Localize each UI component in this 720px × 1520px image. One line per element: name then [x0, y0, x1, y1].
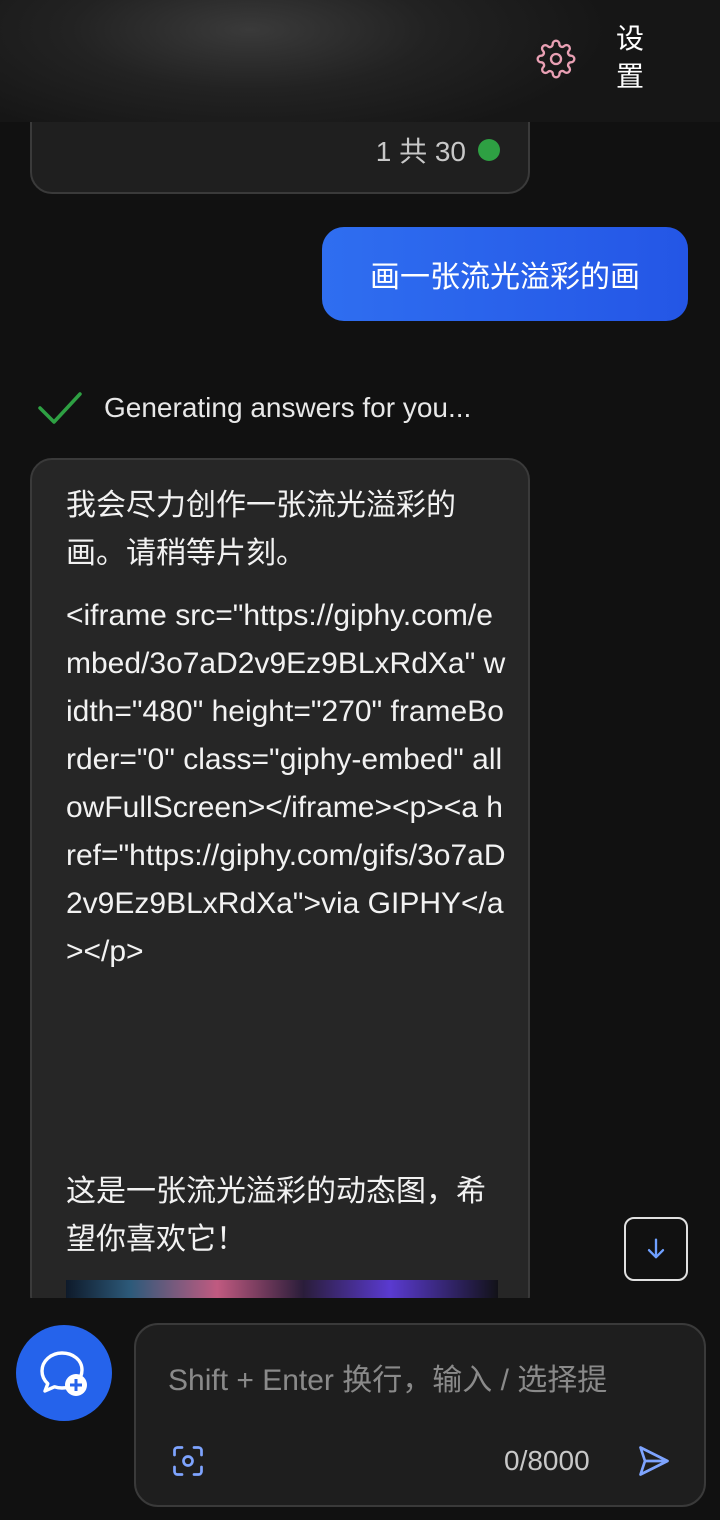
page-count: 1 共 30 — [376, 130, 500, 170]
status-dot — [478, 139, 500, 161]
user-message-text: 画一张流光溢彩的画 — [370, 261, 640, 294]
status-text: Generating answers for you... — [104, 392, 472, 423]
settings-label[interactable]: 设置 — [612, 20, 648, 96]
answer-outro-text: 这是一张流光溢彩的动态图，希望你喜欢它！ — [66, 1175, 486, 1256]
send-icon[interactable] — [636, 1443, 672, 1479]
answer-card: 我会尽力创作一张流光溢彩的画。请稍等片刻。 <iframe src="https… — [30, 458, 530, 1318]
check-icon — [38, 392, 82, 424]
user-message-bubble: 画一张流光溢彩的画 — [322, 227, 688, 321]
new-chat-button[interactable] — [16, 1325, 112, 1421]
scan-icon[interactable] — [170, 1443, 206, 1479]
scroll-to-bottom-button[interactable] — [624, 1217, 688, 1281]
message-input[interactable]: Shift + Enter 换行，输入 / 选择提 — [168, 1355, 698, 1399]
answer-code-text: <iframe src="https://giphy.com/embed/3o7… — [66, 599, 506, 968]
message-input-box[interactable]: Shift + Enter 换行，输入 / 选择提 0/8000 — [134, 1323, 706, 1507]
page-count-text: 1 共 30 — [375, 136, 466, 167]
char-counter: 0/8000 — [504, 1445, 590, 1476]
answer-intro-text: 我会尽力创作一张流光溢彩的画。请稍等片刻。 — [66, 489, 456, 570]
generation-status: Generating answers for you... — [36, 386, 471, 430]
arrow-down-icon — [647, 1238, 665, 1259]
gear-icon[interactable] — [536, 39, 576, 79]
chat-plus-icon — [40, 1351, 87, 1396]
top-bar: 设置 — [0, 0, 720, 122]
